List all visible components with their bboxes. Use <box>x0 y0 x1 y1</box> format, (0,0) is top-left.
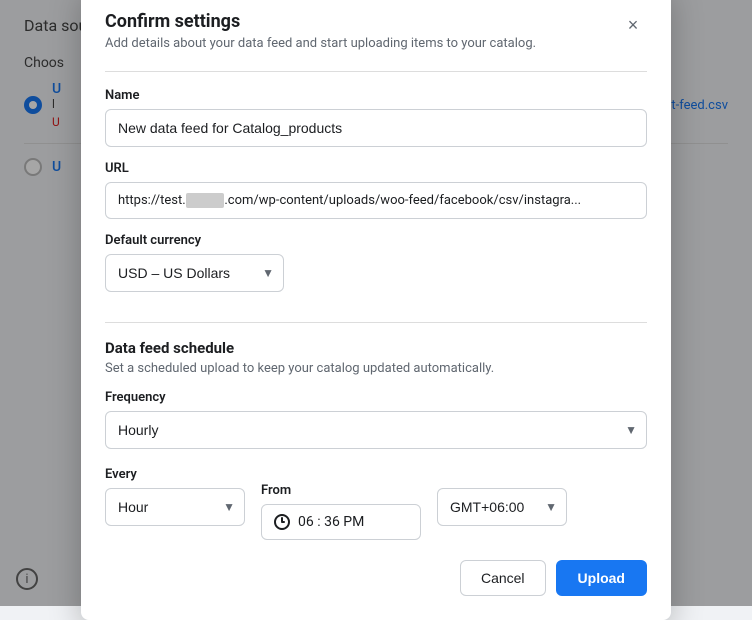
timezone-field-group: tz GMT+06:00 GMT+00:00 GMT+05:30 ▼ <box>437 467 567 540</box>
currency-select[interactable]: USD – US Dollars EUR – Euro GBP – Britis… <box>105 254 284 292</box>
frequency-select-wrapper: Hourly Daily Weekly ▼ <box>105 411 647 449</box>
every-label: Every <box>105 467 245 482</box>
time-input[interactable]: 06 : 36 PM <box>261 504 421 540</box>
from-field-group: From 06 : 36 PM <box>261 483 421 540</box>
time-value: 06 : 36 PM <box>298 514 364 530</box>
modal-header-text: Confirm settings Add details about your … <box>105 11 536 51</box>
every-field-group: Every Hour 2 Hours 3 Hours 6 Hours 12 Ho… <box>105 467 245 540</box>
timezone-select[interactable]: GMT+06:00 GMT+00:00 GMT+05:30 <box>437 488 567 526</box>
cancel-button[interactable]: Cancel <box>460 560 546 596</box>
schedule-section: Data feed schedule Set a scheduled uploa… <box>105 339 647 540</box>
url-label: URL <box>105 161 647 176</box>
currency-label: Default currency <box>105 233 647 248</box>
every-from-row: Every Hour 2 Hours 3 Hours 6 Hours 12 Ho… <box>105 467 647 540</box>
frequency-label: Frequency <box>105 390 647 405</box>
confirm-settings-modal: Confirm settings Add details about your … <box>81 0 671 620</box>
close-icon: × <box>628 16 639 34</box>
url-input[interactable]: https://test. .com/wp-content/uploads/wo… <box>105 182 647 219</box>
schedule-title: Data feed schedule <box>105 339 647 357</box>
modal-subtitle: Add details about your data feed and sta… <box>105 36 536 51</box>
clock-icon <box>274 514 290 530</box>
section-divider <box>105 322 647 323</box>
frequency-select[interactable]: Hourly Daily Weekly <box>105 411 647 449</box>
close-button[interactable]: × <box>619 11 647 39</box>
header-divider <box>105 71 647 72</box>
modal-header: Confirm settings Add details about your … <box>105 11 647 51</box>
every-select[interactable]: Hour 2 Hours 3 Hours 6 Hours 12 Hours <box>105 488 245 526</box>
timezone-select-wrapper: GMT+06:00 GMT+00:00 GMT+05:30 ▼ <box>437 488 567 526</box>
every-select-wrapper: Hour 2 Hours 3 Hours 6 Hours 12 Hours ▼ <box>105 488 245 526</box>
modal-footer: Cancel Upload <box>105 560 647 596</box>
name-input[interactable] <box>105 109 647 147</box>
schedule-desc: Set a scheduled upload to keep your cata… <box>105 361 647 376</box>
currency-select-wrapper: USD – US Dollars EUR – Euro GBP – Britis… <box>105 254 284 292</box>
name-label: Name <box>105 88 647 103</box>
upload-button[interactable]: Upload <box>556 560 647 596</box>
modal-title: Confirm settings <box>105 11 536 32</box>
blurred-domain <box>186 193 225 208</box>
modal-overlay: Confirm settings Add details about your … <box>0 0 752 606</box>
from-label: From <box>261 483 421 498</box>
